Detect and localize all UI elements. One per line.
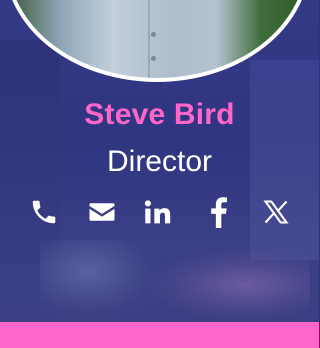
social-links	[0, 194, 319, 230]
email-icon[interactable]	[73, 194, 131, 230]
facebook-icon[interactable]	[189, 194, 247, 230]
profile-card: Steve Bird Director	[0, 0, 319, 348]
background-blur	[150, 250, 310, 320]
person-name: Steve Bird	[84, 98, 235, 131]
linkedin-icon[interactable]	[131, 194, 189, 230]
phone-icon[interactable]	[15, 194, 73, 230]
x-twitter-icon[interactable]	[247, 194, 305, 230]
background-blur	[40, 240, 160, 320]
person-role: Director	[106, 145, 212, 178]
accent-bar	[0, 322, 319, 348]
